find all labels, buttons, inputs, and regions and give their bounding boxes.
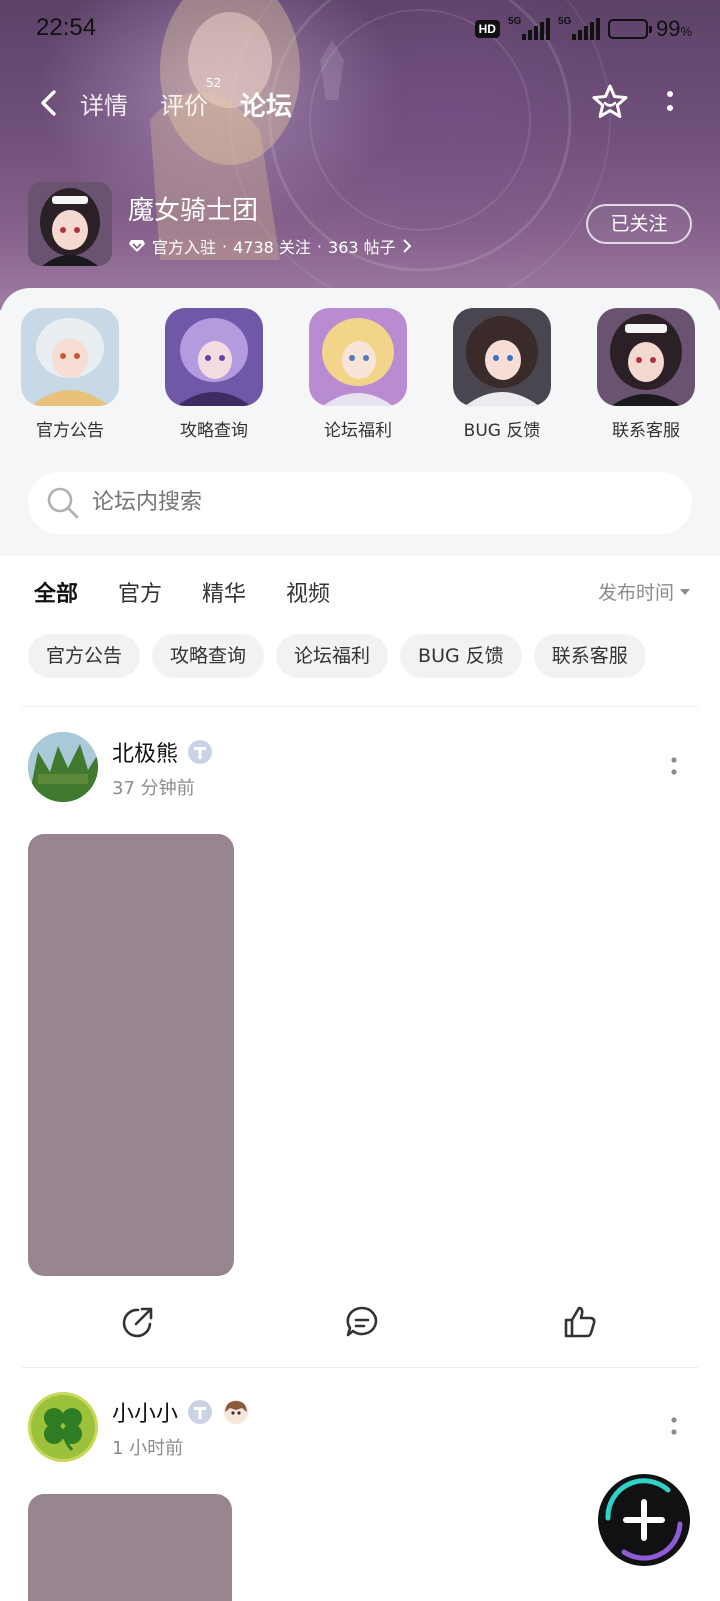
shortcut-welfare[interactable]: 论坛福利 <box>298 308 418 441</box>
game-avatar[interactable] <box>28 182 112 266</box>
filter-tab-video[interactable]: 视频 <box>286 576 330 608</box>
tab-forum-label: 论坛 <box>240 92 293 122</box>
shortcut-label: 联系客服 <box>612 421 680 441</box>
post-author[interactable]: 小小小 <box>112 1396 250 1428</box>
filter-tab-featured[interactable]: 精华 <box>202 576 246 608</box>
follow-button[interactable]: 已关注 <box>586 204 692 244</box>
forum-search-bar[interactable] <box>28 472 692 534</box>
signal-icon: 5G <box>508 16 550 40</box>
like-icon[interactable] <box>562 1304 598 1340</box>
post-count: 363 帖子 <box>328 238 396 257</box>
top-nav: 详情 评价 52 论坛 <box>0 76 720 132</box>
back-arrow-icon[interactable] <box>34 88 64 118</box>
battery-icon <box>607 19 652 39</box>
chip-welfare[interactable]: 论坛福利 <box>276 634 389 678</box>
shortcut-thumbnail <box>309 308 407 406</box>
divider <box>22 1367 698 1368</box>
shortcut-thumbnail <box>597 308 695 406</box>
tab-review[interactable]: 评价 52 <box>160 76 221 121</box>
shortcut-label: 攻略查询 <box>180 421 248 441</box>
status-icons: HD 5G 5G 99% <box>474 16 692 42</box>
filter-tab-all[interactable]: 全部 <box>34 576 79 610</box>
post-time: 37 分钟前 <box>112 778 195 799</box>
search-icon <box>47 487 79 519</box>
battery-percent: 99% <box>655 16 692 41</box>
post-username: 小小小 <box>112 1402 179 1427</box>
chip-guides[interactable]: 攻略查询 <box>152 634 265 678</box>
tab-detail[interactable]: 详情 <box>80 86 128 121</box>
shortcut-customer-service[interactable]: 联系客服 <box>586 308 706 441</box>
post-author[interactable]: 北极熊 <box>112 736 214 768</box>
signal-icon: 5G <box>558 16 600 40</box>
search-input[interactable] <box>92 472 652 534</box>
game-info: 魔女骑士团 官方入驻 · 4738 关注 · 363 帖子 已关注 <box>28 182 708 268</box>
category-chips: 官方公告 攻略查询 论坛福利 BUG 反馈 联系客服 <box>28 634 646 678</box>
official-badge: 官方入驻 <box>152 238 217 257</box>
shortcut-thumbnail <box>165 308 263 406</box>
character-badge-icon <box>224 1400 249 1424</box>
sort-label: 发布时间 <box>598 582 675 604</box>
post-time: 1 小时前 <box>112 1438 184 1459</box>
shortcut-label: BUG 反馈 <box>463 421 541 441</box>
shortcut-guides[interactable]: 攻略查询 <box>154 308 274 441</box>
status-time: 22:54 <box>36 14 97 41</box>
status-bar: 22:54 HD 5G 5G 99% <box>0 0 720 60</box>
star-outline-icon[interactable] <box>590 82 630 122</box>
verified-badge-icon <box>188 1400 213 1424</box>
post-image[interactable] <box>28 834 234 1276</box>
game-header: 22:54 HD 5G 5G 99% 详情 评价 52 论坛 魔女骑士团 官方入… <box>0 0 720 310</box>
game-title: 魔女骑士团 <box>128 196 259 226</box>
shortcut-thumbnail <box>21 308 119 406</box>
divider <box>22 706 698 707</box>
filter-tab-label: 全部 <box>34 582 79 607</box>
vertical-dots-icon[interactable] <box>664 86 676 118</box>
post-image[interactable] <box>28 1494 232 1601</box>
post-username: 北极熊 <box>112 742 179 767</box>
shortcut-bug-report[interactable]: BUG 反馈 <box>442 308 562 441</box>
caret-down-icon <box>680 588 691 595</box>
shortcut-label: 官方公告 <box>36 421 104 441</box>
share-icon[interactable] <box>120 1304 156 1340</box>
shortcut-announcements[interactable]: 官方公告 <box>10 308 130 441</box>
shortcut-thumbnail <box>453 308 551 406</box>
chevron-right-icon <box>402 239 412 253</box>
sort-dropdown[interactable]: 发布时间 <box>598 578 691 605</box>
avatar[interactable] <box>28 732 98 802</box>
vertical-dots-icon[interactable] <box>670 1414 678 1440</box>
vertical-dots-icon[interactable] <box>670 754 678 780</box>
diamond-icon <box>129 240 145 252</box>
comment-icon[interactable] <box>344 1304 380 1340</box>
tab-review-label: 评价 <box>160 92 208 120</box>
tab-forum[interactable]: 论坛 <box>238 86 298 124</box>
follow-count: 4738 关注 <box>233 238 311 257</box>
shortcut-label: 论坛福利 <box>324 421 392 441</box>
hd-badge: HD <box>474 20 500 38</box>
verified-badge-icon <box>188 740 213 764</box>
chip-bug-report[interactable]: BUG 反馈 <box>400 634 522 678</box>
filter-tab-official[interactable]: 官方 <box>118 576 162 608</box>
chip-announcements[interactable]: 官方公告 <box>28 634 141 678</box>
chip-customer-service[interactable]: 联系客服 <box>533 634 646 678</box>
review-count: 52 <box>206 76 222 90</box>
game-stats[interactable]: 官方入驻 · 4738 关注 · 363 帖子 <box>128 234 412 258</box>
avatar[interactable] <box>28 1392 98 1462</box>
new-post-button[interactable] <box>596 1472 692 1568</box>
